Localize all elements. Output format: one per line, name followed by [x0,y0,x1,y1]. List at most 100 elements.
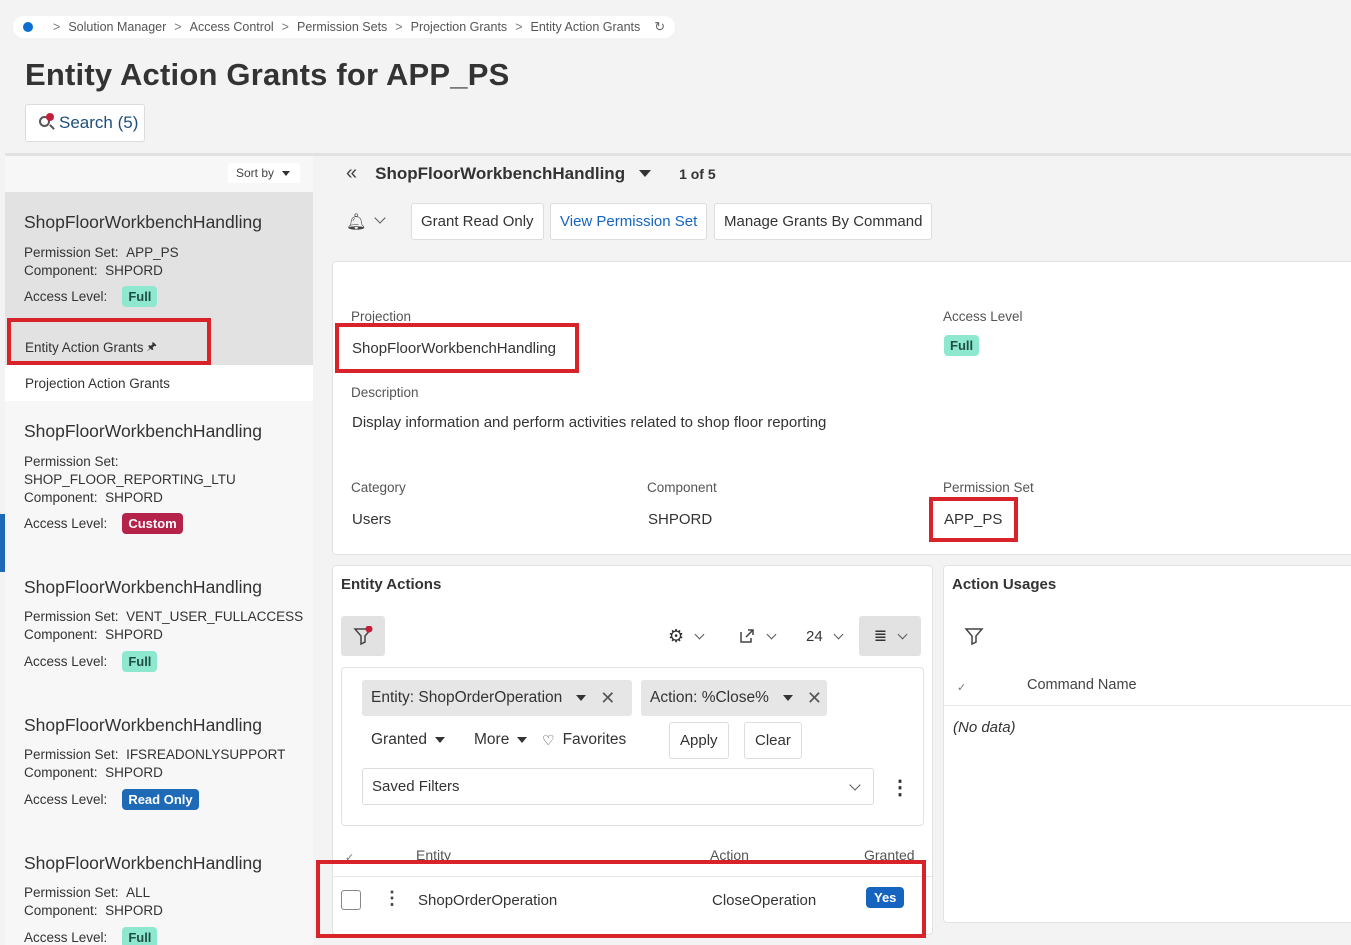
filter-icon [353,626,373,646]
grant-read-only-button[interactable]: Grant Read Only [411,203,544,240]
record-counter: 1 of 5 [679,165,716,182]
category-value: Users [352,511,392,528]
manage-grants-by-command-button[interactable]: Manage Grants By Command [714,203,933,240]
action-usages-title: Action Usages [952,576,1057,593]
saved-filters-select[interactable]: Saved Filters [362,768,874,805]
sort-by-button[interactable]: Sort by [228,163,300,183]
list-item-access-level: Access Level: Full [24,927,158,945]
list-item[interactable]: ShopFloorWorkbenchHandling Permission Se… [5,695,313,820]
list-item-component: Component: SHPORD [24,765,163,780]
list-item-access-level: Access Level: Full [24,651,158,672]
list-item-component: Component: SHPORD [24,263,163,278]
component-value: SHPORD [648,511,713,528]
entity-actions-title: Entity Actions [341,576,442,593]
chevron-right-icon: > [395,20,403,34]
status-badge: Full [122,651,158,672]
list-item-permission-set: Permission Set: APP_PS [24,245,179,260]
list-item-title: ShopFloorWorkbenchHandling [24,421,263,441]
breadcrumb-item-permission-sets[interactable]: Permission Sets [297,20,387,34]
list-item-access-level: Access Level: Read Only [24,789,199,810]
list-item-access-level: Access Level: Full [24,286,158,307]
bell-icon[interactable]: 🔔︎ [346,212,366,232]
granted-filter-dropdown[interactable]: Granted [371,731,446,749]
breadcrumb-item-access-control[interactable]: Access Control [190,20,274,34]
list-item-title: ShopFloorWorkbenchHandling [24,715,263,735]
chevron-right-icon: > [53,20,61,34]
view-permission-set-button[interactable]: View Permission Set [550,203,708,240]
close-icon[interactable]: ✕ [807,688,822,709]
column-header-command-name[interactable]: Command Name [1027,677,1137,693]
highlight-box [316,860,926,938]
list-item-access-level: Access Level: Custom [24,513,183,534]
list-item-permission-set-label: Permission Set: [24,454,119,469]
highlight-box [7,318,211,365]
category-label: Category [351,480,406,495]
permission-set-label: Permission Set [943,480,1034,495]
component-label: Component [647,480,717,495]
record-header: « ShopFloorWorkbenchHandling 1 of 5 [346,162,716,185]
caret-down-icon [282,170,291,176]
export-icon [740,629,754,643]
clear-button[interactable]: Clear [744,722,802,759]
list-item[interactable]: ShopFloorWorkbenchHandling Permission Se… [5,401,313,541]
filter-button[interactable] [962,624,986,648]
list-item-title: ShopFloorWorkbenchHandling [24,577,263,597]
list-item[interactable]: ShopFloorWorkbenchHandling Permission Se… [5,557,313,682]
list-item-permission-set: Permission Set: VENT_USER_FULLACCESS [24,609,304,624]
description-value: Display information and perform activiti… [352,414,827,431]
chevron-right-icon: > [281,20,289,34]
divider [944,705,1351,706]
favorites-button[interactable]: ♡ Favorites [542,731,626,749]
home-dot-icon[interactable] [23,22,33,32]
list-item-permission-set: Permission Set: IFSREADONLYSUPPORT [24,747,286,762]
empty-state: (No data) [953,719,1016,736]
export-menu-button[interactable] [738,626,777,646]
caret-down-icon[interactable] [576,695,587,701]
filter-icon [964,628,984,646]
view-mode-button[interactable]: ≣ [859,616,921,656]
list-item-title: ShopFloorWorkbenchHandling [24,853,263,873]
breadcrumb-item-projection-grants[interactable]: Projection Grants [411,20,508,34]
chevron-down-icon [849,779,861,791]
list-item-permission-set-value: SHOP_FLOOR_REPORTING_LTU [24,472,236,487]
apply-button[interactable]: Apply [669,722,729,759]
status-badge: Read Only [122,789,199,810]
list-item-permission-set: Permission Set: ALL [24,885,151,900]
access-level-badge: Full [944,335,980,356]
more-filter-dropdown[interactable]: More [474,731,528,749]
breadcrumb-item-entity-action-grants[interactable]: Entity Action Grants [531,20,641,34]
status-badge: Full [122,927,158,945]
breadcrumb: > Solution Manager > Access Control > Pe… [13,16,676,38]
chevron-down-icon[interactable] [374,212,386,224]
action-usages-panel [943,565,1351,923]
heart-icon: ♡ [542,731,555,748]
highlight-box [929,497,1018,542]
collapse-list-icon[interactable]: « [346,162,357,185]
list-item[interactable]: ShopFloorWorkbenchHandling Permission Se… [5,833,313,945]
more-options-icon[interactable]: ⋮ [890,776,910,799]
entity-filter-chip[interactable]: Entity: ShopOrderOperation ✕ [362,680,632,716]
list-item-component: Component: SHPORD [24,903,163,918]
record-selector[interactable]: ShopFloorWorkbenchHandling [375,164,625,184]
list-item-component: Component: SHPORD [24,627,163,642]
list-view-icon: ≣ [873,628,888,645]
subnav-projection-action-grants[interactable]: Projection Action Grants [5,365,313,401]
select-all-check-icon[interactable]: ✓ [957,681,966,694]
chevron-right-icon: > [515,20,523,34]
description-label: Description [351,385,419,400]
close-icon[interactable]: ✕ [600,688,615,709]
search-button[interactable]: Search (5) [25,104,145,142]
page-size-select[interactable]: 24 [806,626,844,646]
action-filter-chip[interactable]: Action: %Close% ✕ [641,680,827,716]
caret-down-icon[interactable] [782,695,793,701]
projection-label: Projection [351,309,412,324]
filter-button[interactable] [341,616,385,656]
search-button-label: Search (5) [59,113,139,132]
caret-down-icon[interactable] [639,170,652,177]
settings-menu-button[interactable]: ⚙ [668,626,705,646]
status-badge: Custom [122,513,183,534]
page-title: Entity Action Grants for APP_PS [25,57,510,92]
access-level-label: Access Level [943,309,1023,324]
breadcrumb-item-solution-manager[interactable]: Solution Manager [68,20,166,34]
refresh-icon[interactable]: ↻ [654,19,665,35]
